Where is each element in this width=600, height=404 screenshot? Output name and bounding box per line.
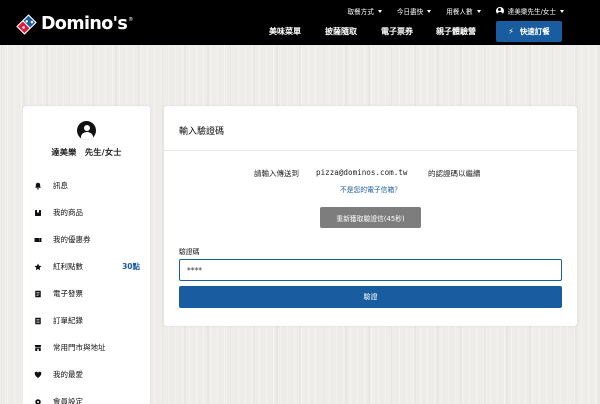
box-icon	[34, 209, 42, 217]
trademark-symbol: ®	[128, 16, 134, 23]
code-field-label: 驗證碼	[179, 248, 200, 256]
star-icon	[34, 263, 42, 271]
sidebar-item-label: 我的優惠券	[53, 235, 91, 244]
sidebar-item-label: 電子發票	[53, 289, 83, 298]
sidebar-item-member-settings[interactable]: 會員設定	[23, 388, 150, 404]
verification-card: 輸入驗證碼 請輸入傳送到 pizza@dominos.com.tw 的認證碼以繼…	[164, 106, 577, 326]
utility-bar: 取餐方式 今日盡快 用餐人數 達美樂先生/女士	[332, 5, 564, 17]
verify-button[interactable]: 驗證	[179, 286, 562, 308]
site-header: Domino's ® 取餐方式 今日盡快 用餐人數 達美樂先生/女士 美味菜單 …	[0, 0, 600, 45]
sidebar-item-favorites[interactable]: 我的最愛	[23, 361, 150, 388]
sidebar-item-label: 我的商品	[53, 208, 83, 217]
sidebar-item-reward-points[interactable]: 紅利點數 30點	[23, 253, 150, 280]
nav-item-pickup[interactable]: 披薩隨取	[325, 26, 357, 37]
quick-order-button[interactable]: ⚡ 快速訂餐	[496, 21, 562, 42]
bell-icon	[34, 182, 42, 190]
pickup-method-label: 取餐方式	[347, 8, 374, 16]
profile-name: 達美樂 先生/女士	[51, 147, 122, 157]
sidebar-menu: 訊息 我的商品 我的優惠券 紅利點數 30點 電子發票 訂單紀錄 常用門市與地址…	[23, 172, 150, 404]
sidebar-item-stores-addresses[interactable]: 常用門市與地址	[23, 334, 150, 361]
pickup-method-dropdown[interactable]: 取餐方式	[347, 6, 382, 16]
page-title: 輸入驗證碼	[179, 127, 225, 137]
reward-points-value: 30點	[122, 262, 140, 271]
sidebar-item-e-invoice[interactable]: 電子發票	[23, 280, 150, 307]
sent-to-prefix: 請輸入傳送到	[254, 169, 299, 178]
heart-icon	[34, 371, 42, 379]
quick-order-label: 快速訂餐	[519, 27, 550, 36]
sent-to-message: 請輸入傳送到 pizza@dominos.com.tw 的認證碼以繼續	[164, 168, 577, 180]
sent-to-suffix: 的認證碼以繼續	[428, 169, 481, 178]
avatar-icon	[77, 121, 96, 140]
sidebar-item-label: 常用門市與地址	[53, 343, 106, 352]
verification-code-input[interactable]	[179, 259, 562, 281]
settings-icon	[34, 398, 42, 404]
store-icon	[34, 344, 42, 352]
sidebar-item-label: 訊息	[53, 181, 68, 190]
sidebar-item-label: 會員設定	[53, 397, 83, 404]
card-divider	[164, 150, 577, 151]
caret-down-icon	[377, 9, 382, 13]
ticket-icon	[34, 236, 42, 244]
user-menu-dropdown[interactable]: 達美樂先生/女士	[495, 6, 564, 16]
account-sidebar: 達美樂 先生/女士 訊息 我的商品 我的優惠券 紅利點數 30點 電子發票 訂單…	[23, 106, 150, 404]
nav-item-e-tickets[interactable]: 電子票券	[381, 26, 413, 37]
sidebar-item-coupons[interactable]: 我的優惠券	[23, 226, 150, 253]
caret-down-icon	[476, 9, 481, 13]
sent-to-email: pizza@dominos.com.tw	[316, 168, 408, 177]
sidebar-item-my-products[interactable]: 我的商品	[23, 199, 150, 226]
sidebar-item-messages[interactable]: 訊息	[23, 172, 150, 199]
receipt-icon	[34, 317, 42, 325]
caret-down-icon	[560, 9, 564, 13]
sidebar-item-label: 紅利點數	[53, 262, 83, 271]
user-menu-label: 達美樂先生/女士	[507, 8, 556, 16]
sidebar-item-label: 訂單紀錄	[53, 316, 83, 325]
sidebar-item-label: 我的最愛	[53, 370, 83, 379]
not-your-email-link[interactable]: 不是您的電子信箱？	[164, 184, 577, 194]
nav-item-kids-camp[interactable]: 親子體驗營	[436, 26, 476, 37]
bolt-icon: ⚡	[508, 26, 514, 36]
user-circle-icon	[495, 7, 504, 15]
party-size-dropdown[interactable]: 用餐人數	[446, 6, 481, 16]
sidebar-item-order-history[interactable]: 訂單紀錄	[23, 307, 150, 334]
caret-down-icon	[427, 9, 432, 13]
nav-item-menu[interactable]: 美味菜單	[269, 26, 301, 37]
order-time-label: 今日盡快	[396, 8, 424, 16]
party-size-label: 用餐人數	[446, 8, 473, 16]
resend-code-button[interactable]: 重新獲取驗證信(45秒)	[320, 207, 421, 228]
invoice-icon	[34, 290, 42, 298]
order-time-dropdown[interactable]: 今日盡快	[396, 6, 432, 16]
